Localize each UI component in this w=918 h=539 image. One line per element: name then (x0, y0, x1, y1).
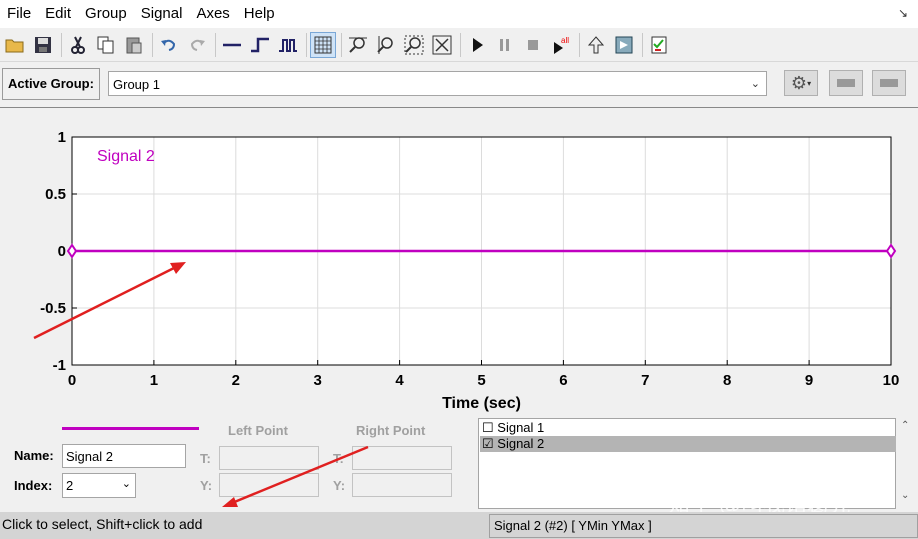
tab-up-icon (837, 79, 855, 87)
signal-list-item[interactable]: ☐ Signal 1 (480, 420, 896, 436)
list-scrollbar[interactable]: ⌃ ⌄ (897, 418, 915, 509)
gear-icon: ⚙ (790, 72, 808, 93)
menu-group[interactable]: Group (78, 0, 134, 28)
x-tick-label: 0 (68, 372, 76, 389)
x-tick-label: 9 (805, 372, 813, 389)
caret-down-icon: ▾ (807, 78, 812, 88)
menu-help[interactable]: Help (237, 0, 282, 28)
x-tick-label: 5 (477, 372, 485, 389)
y-tick-label: -1 (53, 357, 66, 374)
status-bar: Click to select, Shift+click to add Sign… (0, 512, 918, 539)
x-axis-label: Time (sec) (442, 395, 521, 412)
signal-properties-panel: Left Point Right Point Name: Signal 2 In… (0, 415, 475, 515)
status-signal-info: Signal 2 (#2) [ YMin YMax ] (494, 518, 652, 533)
x-tick-label: 2 (232, 372, 240, 389)
active-group-box: Active Group: (2, 68, 100, 100)
play-icon[interactable] (464, 32, 490, 58)
fit-icon[interactable] (429, 32, 455, 58)
menu-file[interactable]: File (0, 0, 38, 28)
tab-down-icon (880, 79, 898, 87)
pulse-icon[interactable] (275, 32, 301, 58)
x-tick-label: 7 (641, 372, 649, 389)
active-group-select[interactable]: Group 1 ⌄ (108, 71, 767, 96)
zoom-x-icon[interactable] (345, 32, 371, 58)
y-tick-label: 0 (58, 243, 66, 260)
scroll-up-icon[interactable]: ⌃ (901, 420, 909, 431)
undo-icon[interactable] (156, 32, 182, 58)
y-tick-label: 1 (58, 129, 66, 146)
group-up-button[interactable] (829, 70, 863, 96)
move-up-icon[interactable] (583, 32, 609, 58)
zoom-xy-icon[interactable] (401, 32, 427, 58)
constant-icon[interactable] (219, 32, 245, 58)
x-tick-label: 4 (395, 372, 404, 389)
toolbar: all (0, 28, 918, 62)
chevron-down-icon: ⌄ (750, 78, 760, 90)
plot-area: 0 1 2 3 4 5 6 7 8 9 10 1 0.5 0 -0.5 -1 Time (sec) Signa… (0, 107, 918, 416)
checklist-icon[interactable] (646, 32, 672, 58)
scroll-down-icon[interactable]: ⌄ (901, 490, 909, 501)
x-tick-label: 6 (559, 372, 567, 389)
save-icon[interactable] (30, 32, 56, 58)
group-down-button[interactable] (872, 70, 906, 96)
paste-icon[interactable] (121, 32, 147, 58)
active-group-value: Group 1 (113, 77, 160, 92)
signal-list-item[interactable]: ☑ Signal 2 (480, 436, 896, 452)
step-icon[interactable] (247, 32, 273, 58)
group-bar: Active Group: Group 1 ⌄ ⚙ ▾ (0, 66, 918, 104)
copy-icon[interactable] (93, 32, 119, 58)
menu-signal[interactable]: Signal (134, 0, 190, 28)
checkbox-icon[interactable]: ☐ (482, 420, 494, 435)
status-hint: Click to select, Shift+click to add (2, 516, 203, 532)
signal-label: Signal 1 (497, 420, 545, 435)
status-signal-box: Signal 2 (#2) [ YMin YMax ] (489, 514, 918, 538)
active-group-label: Active Group: (8, 76, 94, 91)
redo-icon[interactable] (184, 32, 210, 58)
y-tick-label: 0.5 (45, 186, 66, 203)
menu-bar: File Edit Group Signal Axes Help ↘ (0, 0, 918, 28)
play-all-icon[interactable]: all (548, 32, 574, 58)
undock-arrow-icon[interactable]: ↘ (898, 6, 908, 20)
x-tick-label: 3 (314, 372, 322, 389)
menu-axes[interactable]: Axes (189, 0, 236, 28)
svg-text:all: all (561, 36, 569, 45)
series-legend-label: Signal 2 (97, 148, 155, 165)
open-folder-icon[interactable] (2, 32, 28, 58)
x-tick-label: 8 (723, 372, 731, 389)
gear-button[interactable]: ⚙ ▾ (784, 70, 818, 96)
signal-label: Signal 2 (497, 436, 545, 451)
stop-icon[interactable] (520, 32, 546, 58)
x-tick-label: 10 (883, 372, 900, 389)
menu-edit[interactable]: Edit (38, 0, 78, 28)
checkbox-checked-icon[interactable]: ☑ (482, 436, 494, 451)
y-tick-label: -0.5 (40, 300, 66, 317)
grid-icon[interactable] (310, 31, 336, 58)
cut-icon[interactable] (65, 32, 91, 58)
signal-plot[interactable]: 0 1 2 3 4 5 6 7 8 9 10 1 0.5 0 -0.5 -1 Time (sec) Signa… (0, 108, 918, 416)
x-tick-label: 1 (150, 372, 158, 389)
pause-icon[interactable] (492, 32, 518, 58)
zoom-y-icon[interactable] (373, 32, 399, 58)
signal-export-icon[interactable] (611, 32, 637, 58)
annotation-arrow (222, 445, 369, 507)
